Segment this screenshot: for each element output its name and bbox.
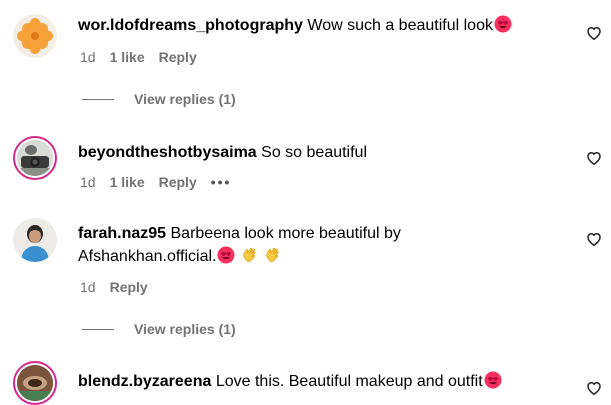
comment-meta: 1d 1 like Reply •••	[80, 173, 231, 191]
like-heart-icon[interactable]	[586, 231, 602, 247]
like-heart-icon[interactable]	[586, 25, 602, 41]
comment-text: farah.naz95 Barbeena look more beautiful…	[78, 222, 578, 271]
like-heart-icon[interactable]	[586, 380, 602, 396]
like-count[interactable]: 1 like	[110, 173, 145, 191]
more-options-icon[interactable]: •••	[211, 173, 232, 191]
comment-text: beyondtheshotbysaima So so beautiful	[78, 141, 578, 164]
view-replies-button[interactable]: View replies (1)	[134, 91, 236, 107]
comment-body: Love this. Beautiful makeup and outfit	[215, 373, 483, 390]
view-replies[interactable]: View replies (1)	[82, 91, 236, 107]
comment-body-mention[interactable]: Afshankhan.official.	[78, 248, 216, 265]
heart-eyes-emoji-icon	[217, 246, 235, 271]
avatar[interactable]	[13, 136, 57, 180]
comment-username[interactable]: beyondtheshotbysaima	[78, 144, 257, 161]
comment-text: wor.ldofdreams_photography Wow such a be…	[78, 14, 578, 40]
comment-age: 1d	[80, 174, 96, 190]
comment-username[interactable]: wor.ldofdreams_photography	[78, 17, 303, 34]
comment-text: blendz.byzareena Love this. Beautiful ma…	[78, 370, 578, 396]
clapping-hands-emoji-icon	[241, 246, 259, 271]
comment-username[interactable]: farah.naz95	[78, 225, 166, 242]
comment-meta: 1d Reply	[80, 278, 148, 296]
reply-button[interactable]: Reply	[159, 48, 197, 66]
avatar[interactable]	[13, 361, 57, 405]
view-replies-button[interactable]: View replies (1)	[134, 321, 236, 337]
comment-body: Wow such a beautiful look	[307, 17, 493, 34]
avatar[interactable]	[13, 14, 57, 58]
comment-meta: 1d 1 like Reply	[80, 48, 197, 66]
replies-divider	[82, 328, 114, 330]
reply-button[interactable]: Reply	[110, 278, 148, 296]
heart-eyes-emoji-icon	[494, 15, 512, 40]
clapping-hands-emoji-icon	[264, 246, 282, 271]
comment-username[interactable]: blendz.byzareena	[78, 373, 211, 390]
replies-divider	[82, 98, 114, 100]
avatar[interactable]	[13, 218, 57, 262]
view-replies[interactable]: View replies (1)	[82, 321, 236, 337]
heart-eyes-emoji-icon	[484, 371, 502, 396]
comment-age: 1d	[80, 279, 96, 295]
reply-button[interactable]: Reply	[159, 173, 197, 191]
comment-body: Barbeena look more beautiful by	[170, 225, 401, 242]
comment-age: 1d	[80, 49, 96, 65]
like-count[interactable]: 1 like	[110, 48, 145, 66]
comment-body: So so beautiful	[261, 144, 368, 161]
like-heart-icon[interactable]	[586, 150, 602, 166]
